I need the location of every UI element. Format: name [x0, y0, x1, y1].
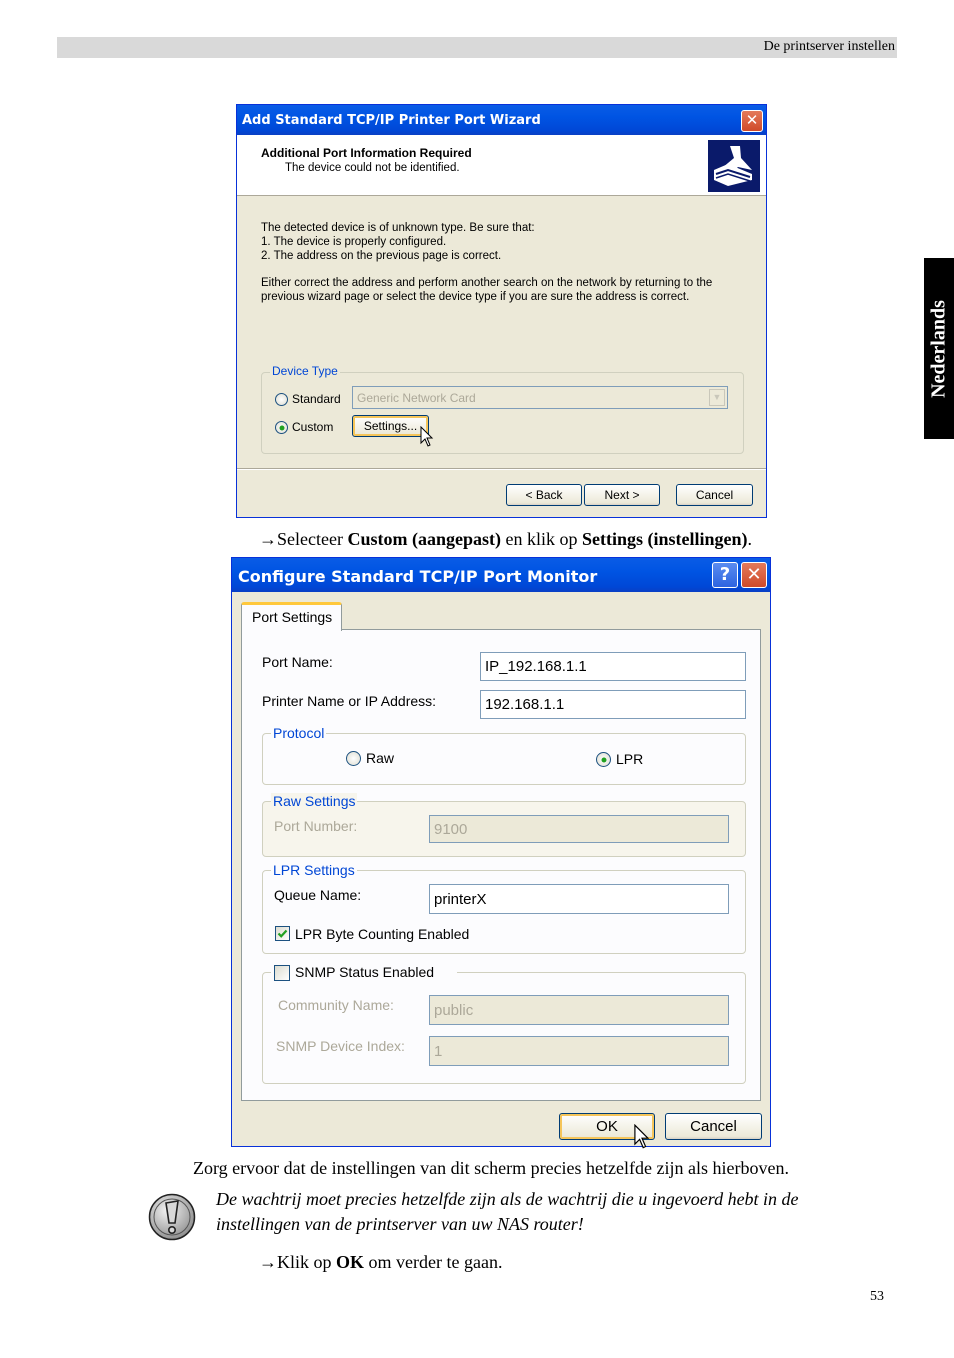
wizard-window: Add Standard TCP/IP Printer Port Wizard …	[236, 104, 767, 518]
wizard-header-subtitle: The device could not be identified.	[285, 162, 460, 174]
wizard-body-line: 2. The address on the previous page is c…	[261, 250, 502, 262]
snmp-device-index-input: 1	[429, 1036, 729, 1066]
snmp-device-index-label: SNMP Device Index:	[276, 1038, 405, 1054]
port-settings-panel: Port Name: IP_192.168.1.1 Printer Name o…	[241, 629, 761, 1101]
lpr-byte-counting-checkbox[interactable]	[275, 926, 290, 941]
tab-port-settings-label: Port Settings	[252, 609, 333, 625]
language-tab: Nederlands	[924, 258, 954, 439]
step1-text-end: .	[747, 529, 752, 549]
standard-label[interactable]: Standard	[292, 392, 341, 406]
page-header-title: De printserver instellen	[763, 39, 895, 54]
raw-radio[interactable]	[346, 751, 361, 766]
protocol-legend: Protocol	[271, 725, 327, 741]
snmp-legend: SNMP Status Enabled	[271, 963, 457, 983]
monitor-close-button[interactable]: ✕	[741, 562, 767, 588]
checkmark-icon	[277, 929, 288, 938]
close-icon: ✕	[745, 111, 759, 129]
step1-bold-settings: Settings (instellingen)	[581, 529, 748, 549]
device-type-dropdown: Generic Network Card ▼	[352, 386, 728, 409]
monitor-title: Configure Standard TCP/IP Port Monitor	[238, 567, 598, 586]
language-tab-label: Nederlands	[927, 299, 950, 398]
standard-radio[interactable]	[275, 393, 288, 406]
device-type-group: Device Type Standard Generic Network Car…	[261, 364, 744, 454]
wizard-title: Add Standard TCP/IP Printer Port Wizard	[242, 113, 541, 128]
raw-label[interactable]: Raw	[366, 750, 394, 766]
step2-bold-ok: OK	[336, 1252, 365, 1272]
close-icon: ✕	[746, 564, 762, 585]
port-name-value: IP_192.168.1.1	[485, 658, 587, 675]
wizard-header: Additional Port Information Required The…	[237, 135, 766, 196]
wizard-body-line: previous wizard page or select the devic…	[261, 291, 690, 303]
raw-settings-group: Raw Settings Port Number: 9100	[262, 793, 746, 857]
community-name-value: public	[434, 1001, 474, 1019]
back-button[interactable]: < Back	[506, 484, 582, 506]
step2-text: Klik op	[277, 1252, 337, 1272]
lpr-radio[interactable]	[596, 752, 611, 767]
wizard-close-button[interactable]: ✕	[741, 110, 763, 132]
tab-port-settings[interactable]: Port Settings	[241, 602, 342, 631]
wizard-body-line: 1. The device is properly configured.	[261, 236, 447, 248]
instruction-paragraph: Zorg ervoor dat de instellingen van dit …	[193, 1158, 789, 1178]
printer-address-input[interactable]: 192.168.1.1	[480, 690, 746, 719]
warning-note-icon	[148, 1193, 196, 1241]
port-name-input[interactable]: IP_192.168.1.1	[480, 652, 746, 681]
wizard-body-line: The detected device is of unknown type. …	[261, 222, 535, 234]
snmp-enabled-checkbox[interactable]	[274, 965, 290, 981]
lpr-settings-group: LPR Settings Queue Name: printerX LPR By…	[262, 862, 746, 954]
port-monitor-window: Configure Standard TCP/IP Port Monitor ?…	[231, 557, 771, 1149]
printer-port-icon	[708, 140, 760, 192]
queue-name-label: Queue Name:	[274, 887, 362, 903]
protocol-group: Protocol Raw LPR	[262, 725, 746, 785]
device-type-dropdown-value: Generic Network Card	[357, 390, 476, 405]
raw-settings-legend: Raw Settings	[271, 793, 358, 809]
mouse-cursor-icon	[420, 426, 434, 447]
instruction-step-1: →Selecteer Custom (aangepast) en klik op…	[259, 529, 752, 550]
snmp-enabled-label[interactable]: SNMP Status Enabled	[295, 964, 434, 980]
arrow-icon: →	[259, 529, 277, 549]
printer-address-label: Printer Name or IP Address:	[262, 693, 437, 709]
mouse-cursor-icon	[634, 1124, 650, 1149]
settings-button[interactable]: Settings...	[352, 415, 429, 437]
instruction-step-2: →Klik op OK om verder te gaan.	[259, 1252, 502, 1273]
help-icon: ?	[719, 564, 731, 585]
snmp-group: SNMP Status Enabled Community Name: publ…	[262, 963, 746, 1084]
queue-name-input[interactable]: printerX	[429, 884, 729, 914]
port-name-label: Port Name:	[262, 654, 333, 670]
page-number: 53	[870, 1289, 884, 1304]
wizard-body-line: Either correct the address and perform a…	[261, 277, 713, 289]
custom-radio[interactable]	[275, 421, 288, 434]
device-type-legend: Device Type	[270, 364, 340, 378]
note-text-line-2: instellingen van de printserver van uw N…	[216, 1214, 584, 1234]
snmp-device-index-value: 1	[434, 1042, 443, 1060]
step1-text: Selecteer	[277, 529, 348, 549]
wizard-titlebar[interactable]: Add Standard TCP/IP Printer Port Wizard …	[237, 105, 766, 135]
arrow-icon: →	[259, 1252, 277, 1272]
step2-text-end: om verder te gaan.	[364, 1252, 503, 1272]
port-number-value: 9100	[434, 820, 468, 838]
help-button[interactable]: ?	[712, 562, 738, 588]
note-text-line-1: De wachtrij moet precies hetzelfde zijn …	[216, 1189, 799, 1209]
chevron-down-icon: ▼	[709, 389, 725, 406]
page-header: De printserver instellen	[57, 37, 897, 58]
wizard-body-text-2: Either correct the address and perform a…	[261, 276, 712, 304]
lpr-settings-legend: LPR Settings	[271, 862, 357, 878]
monitor-titlebar[interactable]: Configure Standard TCP/IP Port Monitor ?…	[232, 558, 770, 592]
community-name-input: public	[429, 995, 729, 1025]
step1-text-mid: en klik op	[500, 529, 582, 549]
monitor-cancel-button[interactable]: Cancel	[665, 1113, 762, 1140]
community-name-label: Community Name:	[278, 997, 394, 1013]
wizard-body-text: The detected device is of unknown type. …	[261, 221, 535, 263]
wizard-separator	[237, 468, 766, 470]
step1-bold-custom: Custom (aangepast)	[347, 529, 501, 549]
lpr-label[interactable]: LPR	[616, 751, 643, 767]
wizard-header-title: Additional Port Information Required	[261, 146, 472, 160]
port-number-label: Port Number:	[274, 818, 358, 834]
printer-address-value: 192.168.1.1	[485, 696, 565, 713]
next-button[interactable]: Next >	[584, 484, 660, 506]
custom-label[interactable]: Custom	[292, 420, 333, 434]
lpr-byte-counting-label[interactable]: LPR Byte Counting Enabled	[295, 926, 469, 942]
wizard-cancel-button[interactable]: Cancel	[676, 484, 753, 506]
port-number-input: 9100	[429, 815, 729, 843]
queue-name-value: printerX	[434, 890, 487, 908]
